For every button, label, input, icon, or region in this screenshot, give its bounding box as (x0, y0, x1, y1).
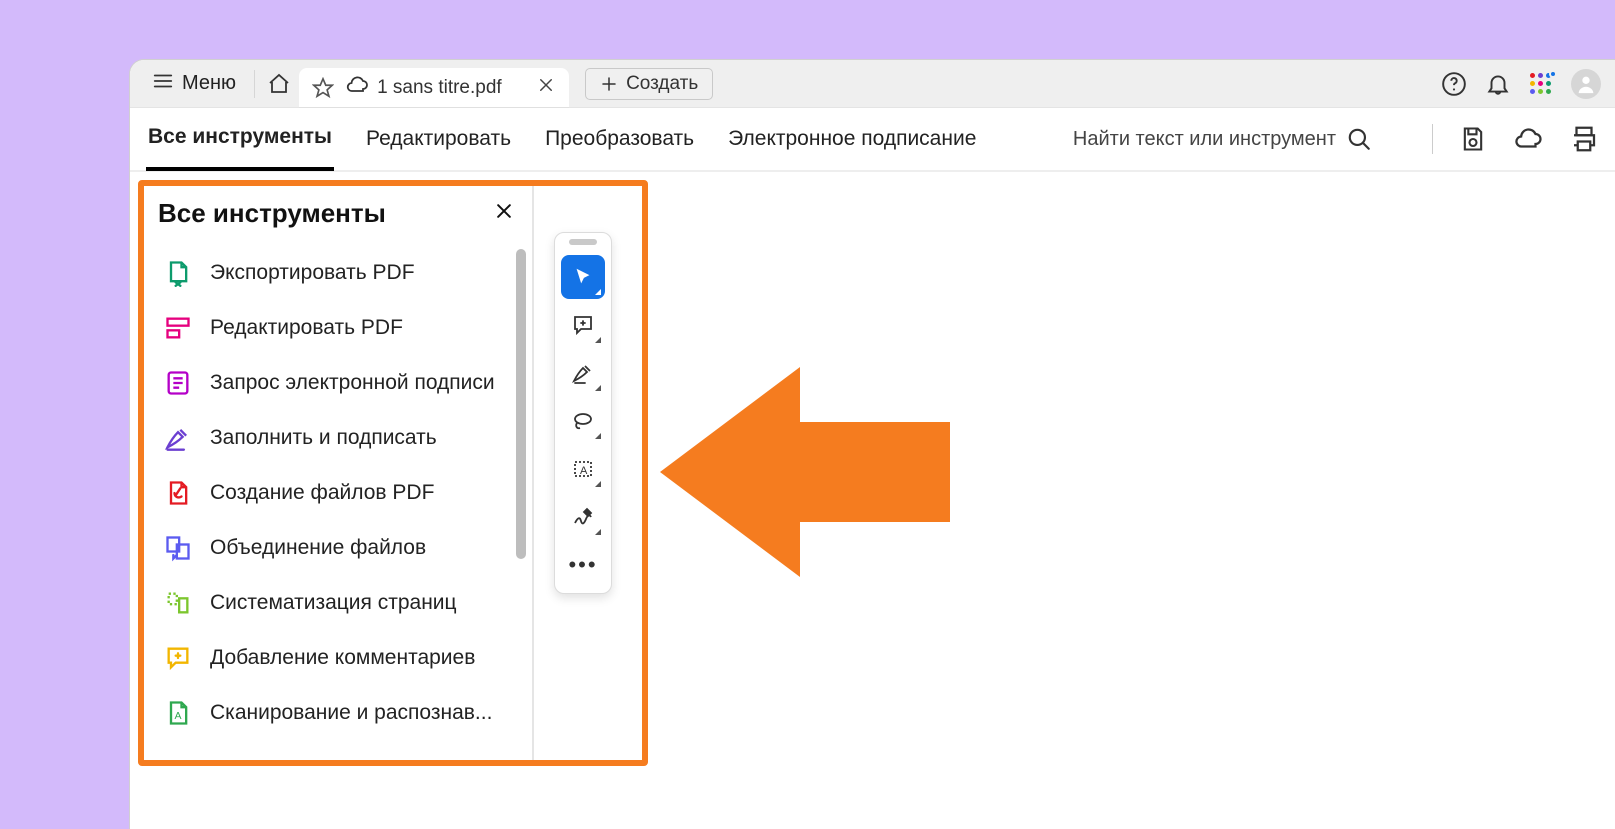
favorite-button[interactable] (309, 77, 337, 99)
qb-draw-tool[interactable] (561, 399, 605, 443)
tool-label: Добавление комментариев (210, 646, 475, 670)
print-icon (1569, 124, 1599, 154)
pencil-icon (571, 361, 595, 385)
divider (254, 70, 255, 98)
menu-label: Меню (182, 72, 236, 95)
edit-pdf-icon (164, 314, 192, 342)
tool-label: Объединение файлов (210, 536, 426, 560)
qb-text-box-tool[interactable]: A (561, 447, 605, 491)
tool-label: Сканирование и распознав... (210, 701, 492, 725)
divider (1432, 124, 1433, 154)
panel-title: Все инструменты (158, 198, 386, 229)
tool-add-comments[interactable]: Добавление комментариев (158, 634, 512, 682)
request-sign-icon (164, 369, 192, 397)
qb-select-tool[interactable] (561, 255, 605, 299)
tab-convert[interactable]: Преобразовать (543, 109, 696, 169)
tools-list: Экспортировать PDF Редактировать PDF Зап… (158, 249, 528, 737)
signature-icon (571, 505, 595, 529)
all-tools-panel: Все инструменты Экспортировать PDF Редак… (138, 180, 534, 766)
toolbar: Все инструменты Редактировать Преобразов… (130, 108, 1615, 172)
search-label: Найти текст или инструмент (1073, 128, 1336, 151)
text-box-icon: A (571, 457, 595, 481)
help-button[interactable] (1441, 71, 1467, 97)
cloud-icon (1513, 124, 1543, 154)
titlebar-actions (1441, 69, 1605, 99)
tool-request-signature[interactable]: Запрос электронной подписи (158, 359, 512, 407)
tab-all-tools[interactable]: Все инструменты (146, 107, 334, 171)
tool-label: Заполнить и подписать (210, 426, 437, 450)
tab-title: 1 sans titre.pdf (377, 77, 502, 99)
close-icon (494, 201, 514, 221)
tool-organize-pages[interactable]: Систематизация страниц (158, 579, 512, 627)
speech-plus-icon (571, 313, 595, 337)
tool-label: Систематизация страниц (210, 591, 457, 615)
plus-icon (600, 75, 618, 93)
create-pdf-icon (164, 479, 192, 507)
organize-icon (164, 589, 192, 617)
create-label: Создать (626, 73, 698, 95)
tool-label: Создание файлов PDF (210, 481, 434, 505)
search-icon (1346, 126, 1372, 152)
bell-icon (1485, 71, 1511, 97)
titlebar: Меню 1 sans titre.pdf Создать (130, 60, 1615, 108)
close-icon (537, 76, 555, 94)
tool-scan-ocr[interactable]: A Сканирование и распознав... (158, 689, 512, 737)
comment-icon (164, 644, 192, 672)
tab-edit[interactable]: Редактировать (364, 109, 513, 169)
tab-esign[interactable]: Электронное подписание (726, 109, 978, 169)
search-button[interactable]: Найти текст или инструмент (1073, 126, 1372, 152)
app-window: Меню 1 sans titre.pdf Создать (130, 60, 1615, 829)
combine-icon (164, 534, 192, 562)
toolbar-actions (1432, 124, 1599, 154)
panel-scrollbar[interactable] (516, 249, 526, 559)
star-icon (312, 77, 334, 99)
quick-toolbar: A ••• (554, 232, 612, 594)
tool-label: Экспортировать PDF (210, 261, 415, 285)
lasso-icon (571, 409, 595, 433)
ellipsis-icon: ••• (568, 552, 597, 578)
help-icon (1441, 71, 1467, 97)
save-button[interactable] (1459, 125, 1487, 153)
cloud-icon (345, 73, 369, 102)
account-avatar[interactable] (1571, 69, 1601, 99)
fill-sign-icon (164, 424, 192, 452)
cursor-icon (572, 266, 594, 288)
document-tab[interactable]: 1 sans titre.pdf (299, 68, 569, 108)
apps-button[interactable] (1529, 72, 1553, 96)
tool-label: Редактировать PDF (210, 316, 403, 340)
create-button[interactable]: Создать (585, 68, 713, 100)
tool-export-pdf[interactable]: Экспортировать PDF (158, 249, 512, 297)
qb-sign-tool[interactable] (561, 495, 605, 539)
export-pdf-icon (164, 259, 192, 287)
tool-edit-pdf[interactable]: Редактировать PDF (158, 304, 512, 352)
cloud-sync-button[interactable] (1513, 124, 1543, 154)
menu-button[interactable]: Меню (144, 66, 244, 102)
home-icon (267, 72, 291, 96)
svg-text:A: A (175, 710, 182, 722)
toolbar-drag-handle[interactable] (569, 239, 597, 245)
qb-highlight-tool[interactable] (561, 351, 605, 395)
qb-comment-tool[interactable] (561, 303, 605, 347)
tab-close-button[interactable] (537, 76, 555, 99)
panel-close-button[interactable] (494, 201, 514, 226)
tool-fill-sign[interactable]: Заполнить и подписать (158, 414, 512, 462)
tool-create-pdf[interactable]: Создание файлов PDF (158, 469, 512, 517)
annotation-arrow (660, 367, 950, 577)
print-button[interactable] (1569, 124, 1599, 154)
tool-label: Запрос электронной подписи (210, 371, 495, 395)
qb-more-button[interactable]: ••• (561, 543, 605, 587)
document-area: Все инструменты Экспортировать PDF Редак… (130, 172, 1615, 829)
user-icon (1575, 73, 1597, 95)
scan-icon: A (164, 699, 192, 727)
notification-dot (1549, 70, 1557, 78)
home-button[interactable] (265, 72, 293, 96)
svg-text:A: A (580, 465, 588, 477)
notifications-button[interactable] (1485, 71, 1511, 97)
save-icon (1459, 125, 1487, 153)
hamburger-icon (152, 70, 174, 98)
tool-combine-files[interactable]: Объединение файлов (158, 524, 512, 572)
